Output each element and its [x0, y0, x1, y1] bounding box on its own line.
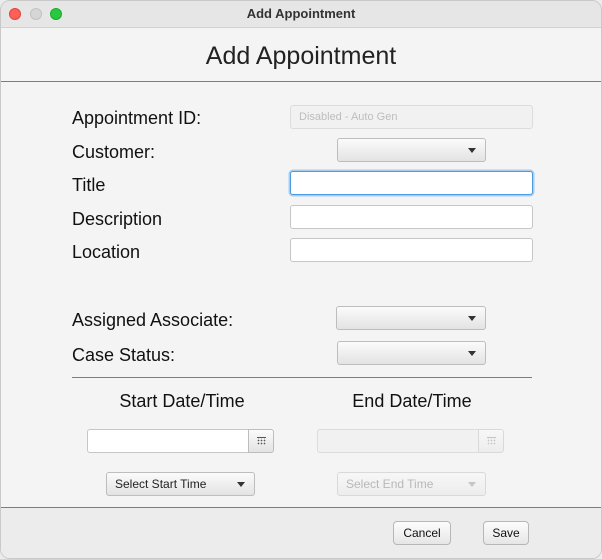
end-time-label: Select End Time	[346, 477, 434, 491]
start-time-select[interactable]: Select Start Time	[106, 472, 255, 496]
title-label: Title	[72, 175, 106, 195]
add-appointment-window: Add Appointment Add Appointment Appointm…	[0, 0, 602, 559]
chevron-down-icon	[468, 148, 476, 153]
calendar-icon	[487, 437, 496, 445]
form-content: Add Appointment Appointment ID: Disabled…	[1, 28, 601, 558]
assigned-associate-select[interactable]	[336, 306, 486, 330]
start-date-field[interactable]	[87, 429, 249, 453]
footer-divider	[1, 507, 601, 508]
description-label: Description	[72, 209, 163, 229]
window-title: Add Appointment	[246, 6, 356, 21]
chevron-down-icon	[237, 482, 245, 487]
title-field[interactable]	[290, 171, 533, 195]
title-bar: Add Appointment	[1, 1, 601, 28]
start-time-label: Select Start Time	[115, 477, 207, 491]
cancel-button[interactable]: Cancel	[393, 521, 451, 545]
appointment-id-label: Appointment ID:	[72, 108, 202, 128]
section-divider	[72, 377, 532, 378]
calendar-icon	[257, 437, 266, 445]
page-title: Add Appointment	[205, 42, 397, 70]
location-field[interactable]	[290, 238, 533, 262]
end-date-picker-button	[478, 429, 504, 453]
description-field[interactable]	[290, 205, 533, 229]
chevron-down-icon	[468, 316, 476, 321]
customer-label: Customer:	[72, 142, 156, 162]
chevron-down-icon	[468, 351, 476, 356]
start-date-picker-button[interactable]	[248, 429, 274, 453]
assigned-associate-label: Assigned Associate:	[72, 310, 234, 330]
case-status-select[interactable]	[337, 341, 486, 365]
end-date-field	[317, 429, 479, 453]
customer-select[interactable]	[337, 138, 486, 162]
end-datetime-heading: End Date/Time	[352, 391, 472, 411]
footer-bar: Cancel Save	[1, 507, 601, 558]
chevron-down-icon	[468, 482, 476, 487]
start-datetime-heading: Start Date/Time	[119, 391, 245, 411]
end-time-select: Select End Time	[337, 472, 486, 496]
location-label: Location	[72, 242, 141, 262]
case-status-label: Case Status:	[72, 345, 176, 365]
save-button[interactable]: Save	[483, 521, 529, 545]
header-divider	[1, 81, 601, 82]
appointment-id-field: Disabled - Auto Gen	[290, 105, 533, 129]
